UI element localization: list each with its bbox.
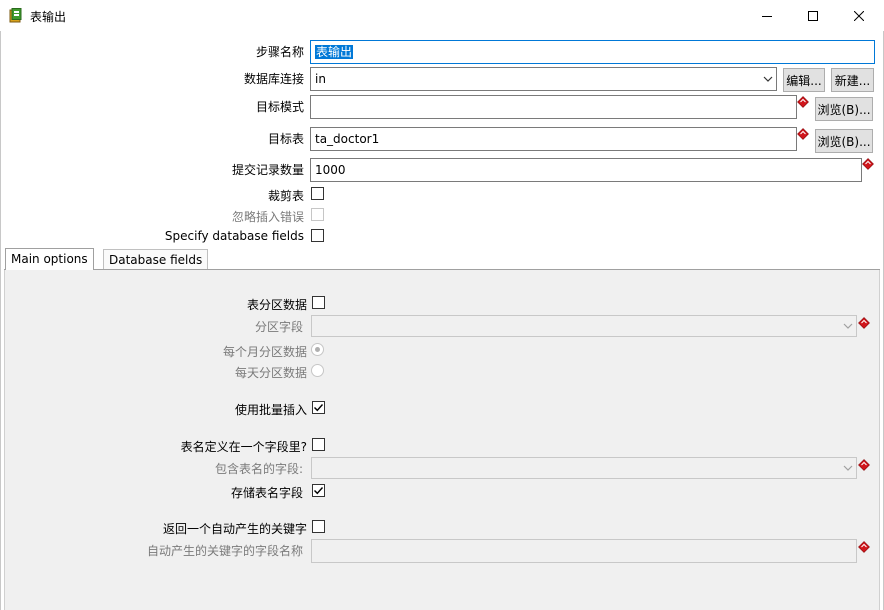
target-table-input[interactable]: ta_doctor1	[310, 127, 797, 151]
batch-insert-label: 使用批量插入	[234, 403, 307, 417]
table-output-icon	[9, 8, 23, 23]
target-table-label: 目标表	[267, 132, 304, 146]
commit-size-label: 提交记录数量	[231, 163, 304, 177]
chevron-down-icon	[843, 458, 853, 478]
variable-diamond-icon	[858, 541, 870, 553]
new-connection-button[interactable]: 新建...	[831, 68, 874, 92]
step-name-input[interactable]: 表输出	[310, 40, 875, 64]
variable-diamond-icon	[797, 96, 809, 108]
maximize-button[interactable]	[790, 0, 836, 31]
minimize-icon	[762, 15, 772, 17]
key-field-name-input[interactable]	[311, 539, 857, 563]
checkmark-icon	[314, 404, 324, 412]
store-table-name-label: 存储表名字段	[230, 486, 303, 500]
table-in-field-label: 表名定义在一个字段里?	[180, 440, 307, 454]
commit-size-input[interactable]: 1000	[310, 158, 862, 182]
table-in-field-checkbox[interactable]	[312, 438, 325, 451]
tab-main-options[interactable]: Main options	[5, 248, 94, 270]
partition-field-select[interactable]	[311, 315, 857, 337]
specify-fields-label: Specify database fields	[164, 229, 304, 243]
tab-database-fields[interactable]: Database fields	[103, 249, 209, 269]
maximize-icon	[808, 10, 818, 21]
table-name-field-select[interactable]	[311, 457, 857, 479]
monthly-partition-radio[interactable]	[311, 343, 324, 356]
checkmark-icon	[314, 487, 324, 495]
batch-insert-checkbox[interactable]	[312, 401, 325, 414]
close-button[interactable]	[836, 0, 882, 31]
step-name-label: 步骤名称	[255, 45, 304, 59]
variable-diamond-icon	[858, 459, 870, 471]
left-frame-edge	[0, 31, 1, 610]
variable-diamond-icon	[862, 158, 874, 170]
daily-partition-label: 每天分区数据	[234, 366, 307, 380]
db-connection-label: 数据库连接	[243, 72, 304, 86]
window-title: 表输出	[30, 10, 67, 24]
db-connection-value: in	[315, 72, 326, 86]
chevron-down-icon	[763, 68, 773, 90]
ignore-errors-checkbox[interactable]	[311, 208, 324, 221]
chevron-down-icon	[843, 316, 853, 336]
key-field-name-label: 自动产生的关键字的字段名称	[146, 544, 303, 558]
specify-fields-checkbox[interactable]	[311, 229, 324, 242]
minimize-button[interactable]	[744, 0, 790, 31]
browse-schema-button[interactable]: 浏览(B)...	[815, 97, 873, 121]
variable-diamond-icon	[797, 128, 809, 140]
ignore-errors-label: 忽略插入错误	[231, 210, 304, 224]
db-connection-select[interactable]: in	[310, 67, 777, 91]
monthly-partition-label: 每个月分区数据	[222, 345, 307, 359]
store-table-name-checkbox[interactable]	[312, 484, 325, 497]
return-key-checkbox[interactable]	[312, 520, 325, 533]
truncate-checkbox[interactable]	[311, 187, 324, 200]
daily-partition-radio[interactable]	[311, 364, 324, 377]
table-name-field-label: 包含表名的字段:	[214, 462, 303, 476]
partition-label: 表分区数据	[246, 298, 307, 312]
variable-diamond-icon	[858, 317, 870, 329]
target-schema-input[interactable]	[310, 95, 797, 119]
close-icon	[854, 10, 864, 21]
target-schema-label: 目标模式	[255, 100, 304, 114]
edit-connection-button[interactable]: 编辑...	[783, 68, 825, 92]
truncate-label: 裁剪表	[267, 189, 304, 203]
return-key-label: 返回一个自动产生的关键字	[162, 522, 307, 536]
step-name-value: 表输出	[315, 45, 354, 59]
partition-checkbox[interactable]	[312, 296, 325, 309]
browse-table-button[interactable]: 浏览(B)...	[815, 129, 873, 153]
partition-field-label: 分区字段	[254, 320, 303, 334]
